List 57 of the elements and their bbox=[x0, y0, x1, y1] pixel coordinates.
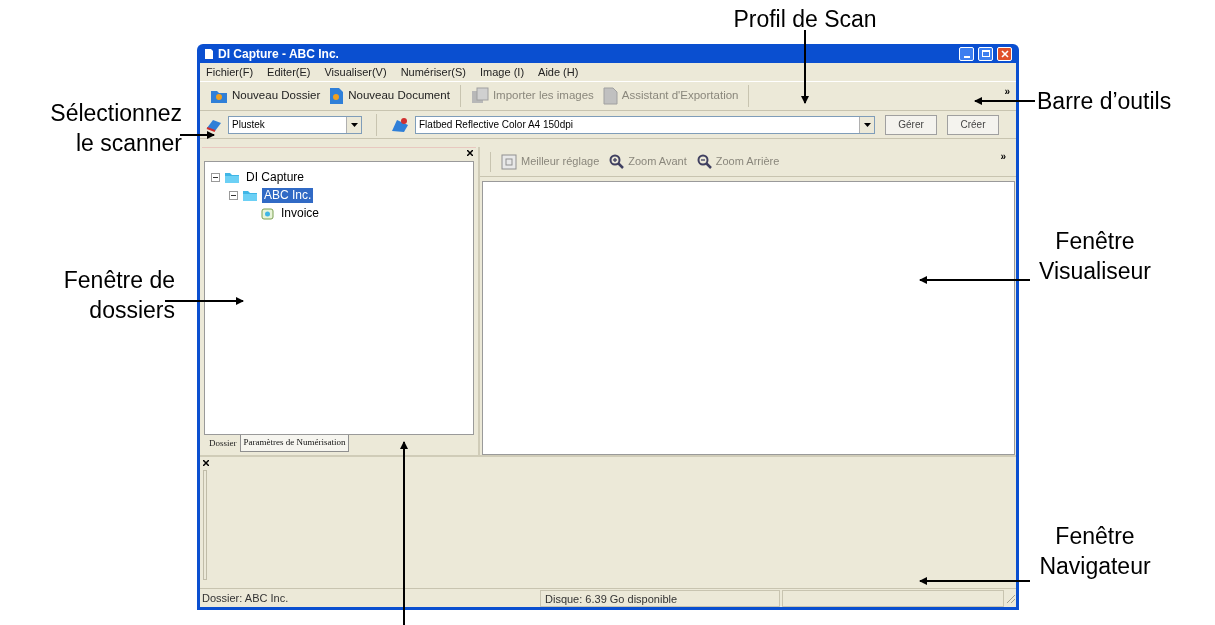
status-text: Disque: 6.39 Go disponible bbox=[540, 589, 780, 607]
callout-label: Navigateur bbox=[1039, 552, 1151, 581]
dropdown-arrow-icon bbox=[863, 122, 871, 127]
close-icon[interactable] bbox=[467, 150, 473, 156]
callout-label: Profil de Scan bbox=[733, 5, 877, 34]
document-icon bbox=[328, 87, 345, 105]
callout-label: le scanner bbox=[75, 129, 182, 158]
image-stack-icon bbox=[470, 87, 489, 105]
dropdown-arrow-icon bbox=[350, 122, 358, 127]
menu-item[interactable]: Aide (H) bbox=[538, 63, 579, 81]
callout-arrow bbox=[179, 131, 215, 139]
menu-item[interactable]: Image (I) bbox=[480, 63, 525, 81]
collapse-toggle[interactable] bbox=[211, 172, 220, 182]
toolbar-button[interactable]: Nouveau Dossier bbox=[206, 84, 325, 108]
toolbar-chevron[interactable]: » bbox=[1000, 149, 1006, 164]
maximize-button[interactable] bbox=[978, 46, 993, 61]
tree-item[interactable]: ABC Inc. bbox=[262, 187, 314, 203]
close-icon bbox=[1000, 49, 1009, 58]
callout-label: Barre d’outils bbox=[1037, 87, 1172, 116]
callout-label: Fenêtre bbox=[1055, 522, 1135, 551]
toolbar-chevron[interactable]: » bbox=[1004, 84, 1010, 99]
tree-item[interactable]: DI Capture bbox=[244, 169, 307, 185]
toolbar-button[interactable]: Nouveau Document bbox=[324, 84, 454, 108]
resize-grip-icon bbox=[1004, 592, 1016, 604]
close-icon[interactable] bbox=[203, 460, 209, 466]
folder-icon bbox=[224, 170, 240, 184]
profile-button[interactable]: Créer bbox=[947, 114, 999, 135]
close-button[interactable] bbox=[997, 46, 1012, 61]
profile-select[interactable]: Flatbed Reflective Color A4 150dpi bbox=[415, 115, 875, 134]
profile-button[interactable]: Gérer bbox=[885, 114, 937, 135]
callout-label: Sélectionnez bbox=[50, 99, 182, 128]
callout-label: Visualiseur bbox=[1038, 257, 1152, 286]
callout-label: Fenêtre de bbox=[63, 266, 175, 295]
scanner-select[interactable]: Plustek bbox=[228, 115, 362, 134]
document-icon bbox=[601, 87, 618, 105]
callout-label: dossiers bbox=[89, 296, 175, 325]
collapse-toggle[interactable] bbox=[229, 190, 238, 200]
menu-item[interactable]: Numériser(S) bbox=[400, 63, 467, 81]
zoom-out-icon bbox=[696, 154, 712, 169]
menu-item[interactable]: Visualiser(V) bbox=[324, 63, 387, 81]
callout-label: Fenêtre bbox=[1055, 227, 1135, 256]
menu-item[interactable]: Fichier(F) bbox=[206, 63, 254, 81]
folder-icon bbox=[210, 88, 228, 104]
tree-item[interactable]: Invoice bbox=[279, 205, 322, 221]
menu-item[interactable]: Editer(E) bbox=[267, 63, 311, 81]
status-text: Dossier: ABC Inc. bbox=[201, 590, 290, 606]
scanner-icon bbox=[206, 117, 222, 132]
zoom-in-icon bbox=[609, 154, 625, 169]
callout-arrow bbox=[974, 97, 1036, 105]
panel-tab[interactable]: Paramètres de Numérisation bbox=[239, 435, 350, 452]
fit-icon bbox=[501, 153, 517, 170]
app-icon bbox=[204, 47, 214, 60]
profile-icon bbox=[391, 116, 409, 133]
window-title: DI Capture - ABC Inc. bbox=[218, 45, 339, 63]
folder-icon bbox=[242, 188, 258, 202]
document-icon bbox=[260, 205, 275, 221]
minimize-button[interactable] bbox=[959, 46, 974, 61]
